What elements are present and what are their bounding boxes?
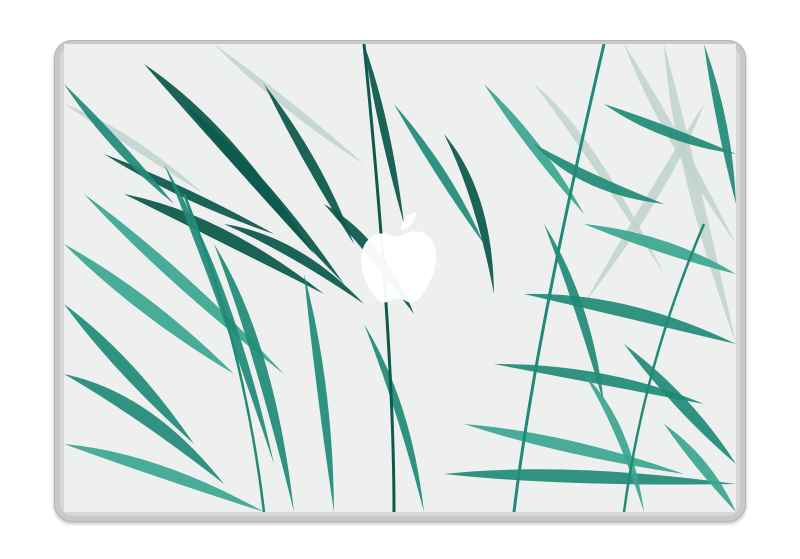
product-preview bbox=[0, 0, 800, 559]
palm-leaves-artwork bbox=[64, 44, 736, 512]
palm-leaves-skin bbox=[64, 44, 736, 512]
